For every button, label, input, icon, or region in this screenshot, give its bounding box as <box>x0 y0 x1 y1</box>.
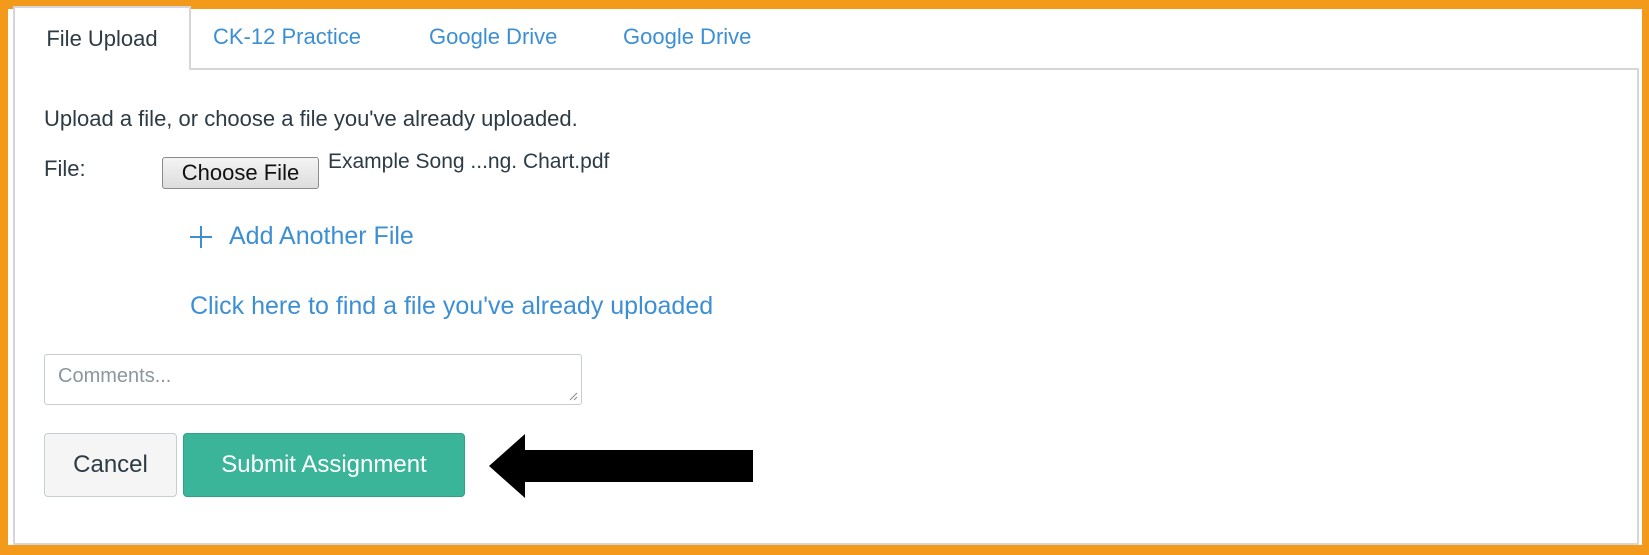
cancel-button[interactable]: Cancel <box>44 433 177 497</box>
find-uploaded-file-link[interactable]: Click here to find a file you've already… <box>190 292 713 321</box>
tab-ck12-practice[interactable]: CK-12 Practice <box>213 6 361 68</box>
tab-google-drive[interactable]: Google Drive <box>429 6 557 68</box>
add-another-file-link[interactable]: Add Another File <box>190 222 414 251</box>
resize-handle-icon[interactable] <box>568 391 578 401</box>
tab-file-upload[interactable]: File Upload <box>13 6 191 70</box>
file-label: File: <box>44 156 86 181</box>
selected-file-name: Example Song ...ng. Chart.pdf <box>328 150 610 173</box>
plus-icon <box>190 225 212 248</box>
add-another-file-label: Add Another File <box>229 222 414 250</box>
comments-input[interactable] <box>44 354 582 405</box>
upload-instructions: Upload a file, or choose a file you've a… <box>44 106 578 131</box>
submit-assignment-button[interactable]: Submit Assignment <box>183 433 465 497</box>
tab-google-drive-2[interactable]: Google Drive <box>623 6 751 68</box>
submission-tabs: File Upload CK-12 Practice Google Drive … <box>13 6 1639 70</box>
choose-file-button[interactable]: Choose File <box>162 157 319 189</box>
left-arrow-icon <box>489 434 753 498</box>
file-upload-panel: Upload a file, or choose a file you've a… <box>13 68 1639 545</box>
